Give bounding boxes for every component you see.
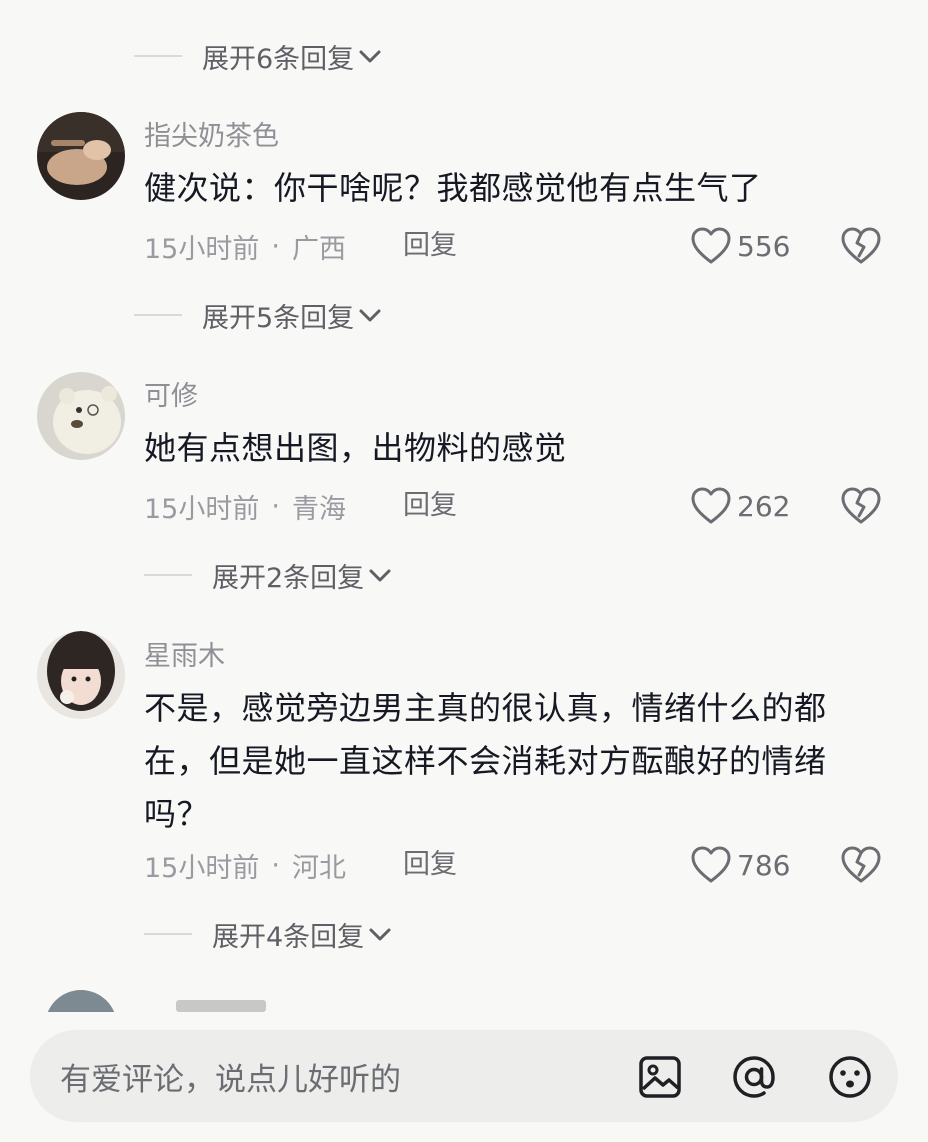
divider — [134, 55, 182, 57]
comment-location: 青海 — [291, 493, 346, 525]
reply-button[interactable]: 回复 — [403, 486, 457, 526]
meta-separator: · — [271, 849, 280, 881]
comment-location: 广西 — [291, 233, 346, 265]
expand-replies-label: 展开4条回复 — [212, 921, 365, 953]
divider — [144, 933, 192, 935]
heart-icon — [691, 487, 731, 524]
avatar — [45, 990, 117, 1012]
broken-heart-icon[interactable] — [841, 486, 881, 526]
avatar[interactable] — [37, 372, 125, 460]
comment-username[interactable]: 星雨木 — [144, 634, 225, 673]
heart-icon — [691, 846, 731, 883]
comment-input-bar[interactable]: 有爱评论，说点儿好听的 — [30, 1030, 898, 1122]
avatar[interactable] — [37, 112, 125, 200]
expand-replies-top[interactable]: 展开6条回复 — [134, 36, 382, 76]
reply-button[interactable]: 回复 — [403, 845, 457, 885]
comment-input-placeholder[interactable]: 有爱评论，说点儿好听的 — [60, 1054, 401, 1099]
avatar[interactable] — [37, 631, 125, 719]
broken-heart-icon[interactable] — [841, 226, 881, 266]
comment-text: 她有点想出图，出物料的感觉 — [144, 429, 567, 467]
like-button[interactable]: 786 — [691, 843, 790, 887]
image-icon[interactable] — [636, 1053, 684, 1101]
comment-text: 健次说：你干啥呢？我都感觉他有点生气了 — [144, 169, 762, 207]
comment-time: 15小时前 — [144, 233, 260, 265]
comment-username[interactable]: 可修 — [144, 374, 198, 413]
expand-replies-label: 展开6条回复 — [202, 43, 355, 75]
comment-username[interactable]: 指尖奶茶色 — [144, 114, 279, 153]
username-fragment — [176, 1000, 266, 1012]
reply-button[interactable]: 回复 — [403, 226, 457, 266]
expand-replies-label: 展开2条回复 — [212, 562, 365, 594]
comment-meta: 15小时前 · 青海 — [144, 486, 346, 526]
like-count: 556 — [737, 229, 791, 263]
meta-separator: · — [271, 490, 280, 522]
expand-replies[interactable]: 展开2条回复 — [144, 555, 392, 595]
chevron-down-icon — [369, 569, 391, 582]
comment-time: 15小时前 — [144, 493, 260, 525]
expand-replies[interactable]: 展开4条回复 — [144, 914, 392, 954]
comment-text-line-2: 在，但是她一直这样不会消耗对方酝酿好的情绪 — [144, 742, 827, 780]
like-count: 786 — [737, 848, 791, 882]
divider — [144, 574, 192, 576]
heart-icon — [691, 227, 731, 264]
emoji-icon[interactable] — [826, 1053, 874, 1101]
like-button[interactable]: 262 — [691, 484, 790, 528]
comment-meta: 15小时前 · 广西 — [144, 226, 346, 266]
divider — [134, 314, 182, 316]
comment-text-line-3: 吗？ — [144, 795, 210, 833]
meta-separator: · — [271, 230, 280, 262]
expand-replies[interactable]: 展开5条回复 — [134, 295, 382, 335]
chevron-down-icon — [359, 50, 381, 63]
comment-time: 15小时前 — [144, 852, 260, 884]
next-comment-partial — [0, 988, 928, 1012]
comment-meta: 15小时前 · 河北 — [144, 845, 346, 885]
comment-text-line-1: 不是，感觉旁边男主真的很认真，情绪什么的都 — [144, 689, 827, 727]
like-button[interactable]: 556 — [691, 224, 790, 268]
chevron-down-icon — [369, 928, 391, 941]
comment-location: 河北 — [291, 852, 346, 884]
expand-replies-label: 展开5条回复 — [202, 302, 355, 334]
chevron-down-icon — [359, 309, 381, 322]
at-icon[interactable] — [730, 1053, 778, 1101]
like-count: 262 — [737, 489, 791, 523]
broken-heart-icon[interactable] — [841, 845, 881, 885]
